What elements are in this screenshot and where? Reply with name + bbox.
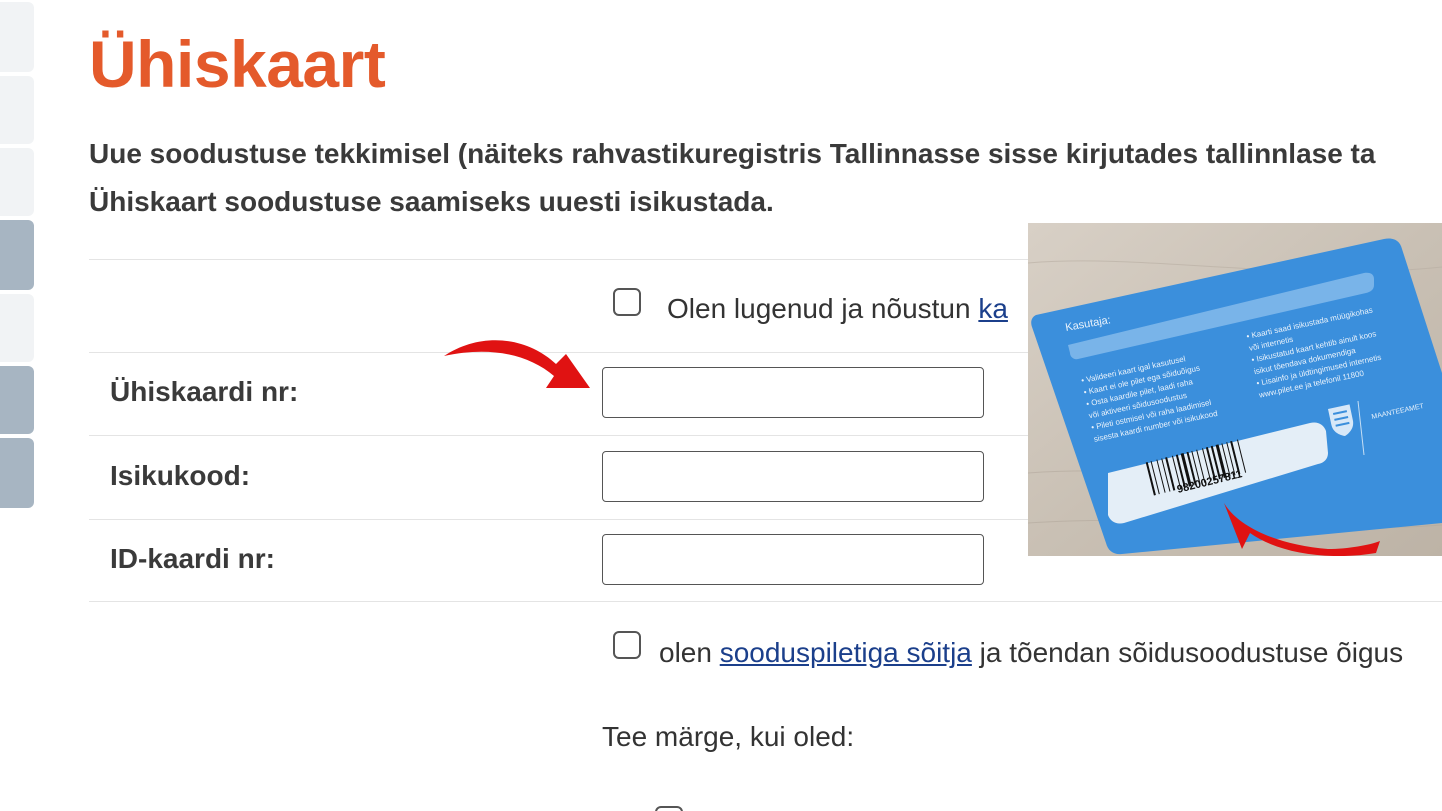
rail-tab-7[interactable] xyxy=(0,438,34,508)
rail-tab-5[interactable] xyxy=(0,294,34,362)
rail-tab-2[interactable] xyxy=(0,76,34,144)
card-photo: Kasutaja: • Valideeri kaart igal kasutus… xyxy=(1028,223,1442,556)
card-number-input[interactable] xyxy=(602,367,984,418)
page-title: Ühiskaart xyxy=(89,27,386,101)
intro-line-1: Uue soodustuse tekkimisel (näiteks rahva… xyxy=(89,138,1376,169)
discount-checkbox[interactable] xyxy=(613,631,641,659)
discount-text-after: ja tõendan sõidusoodustuse õigus xyxy=(971,637,1404,668)
red-arrow-icon xyxy=(444,340,590,388)
discount-text-before: olen xyxy=(659,637,720,668)
discount-label: olen sooduspiletiga sõitja ja tõendan sõ… xyxy=(659,637,1403,669)
card-number-label: Ühiskaardi nr: xyxy=(110,376,299,407)
id-card-label: ID-kaardi nr: xyxy=(110,543,275,574)
rail-tab-3[interactable] xyxy=(0,148,34,216)
terms-checkbox[interactable] xyxy=(613,288,641,316)
option-checkbox[interactable] xyxy=(655,806,683,811)
terms-link[interactable]: ka xyxy=(978,293,1008,324)
mark-prompt: Tee märge, kui oled: xyxy=(602,721,855,752)
rail-tab-6[interactable] xyxy=(0,366,34,434)
intro-line-2: Ühiskaart soodustuse saamiseks uuesti is… xyxy=(89,186,774,217)
personal-code-input[interactable] xyxy=(602,451,984,502)
transit-card: Kasutaja: • Valideeri kaart igal kasutus… xyxy=(1031,238,1442,556)
terms-text: Olen lugenud ja nõustun xyxy=(667,293,979,324)
personal-code-label: Isikukood: xyxy=(110,460,251,491)
rail-tab-4[interactable] xyxy=(0,220,34,290)
discount-link[interactable]: sooduspiletiga sõitja xyxy=(720,637,972,668)
id-card-input[interactable] xyxy=(602,534,984,585)
left-rail xyxy=(0,0,36,811)
intro-text: Uue soodustuse tekkimisel (näiteks rahva… xyxy=(89,130,1442,226)
rail-tab-1[interactable] xyxy=(0,2,34,72)
terms-label: Olen lugenud ja nõustun ka xyxy=(667,293,1008,325)
divider xyxy=(89,601,1442,602)
